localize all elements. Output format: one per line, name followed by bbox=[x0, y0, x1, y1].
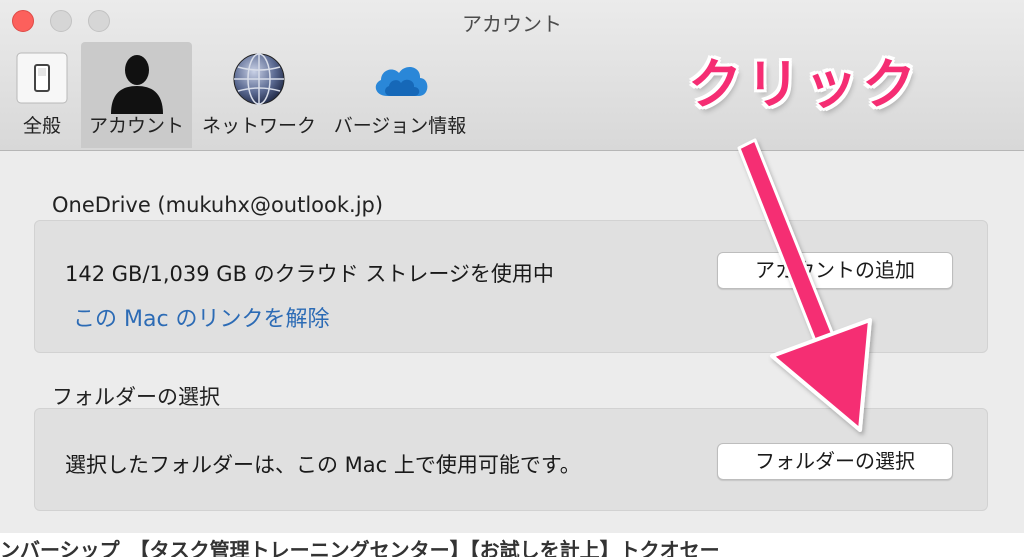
background-page-strip: ンバーシップ 【タスク管理トレーニングセンター】【お試しを計上】トクオセー bbox=[0, 533, 1024, 557]
annotation-arrow-icon bbox=[737, 138, 872, 432]
